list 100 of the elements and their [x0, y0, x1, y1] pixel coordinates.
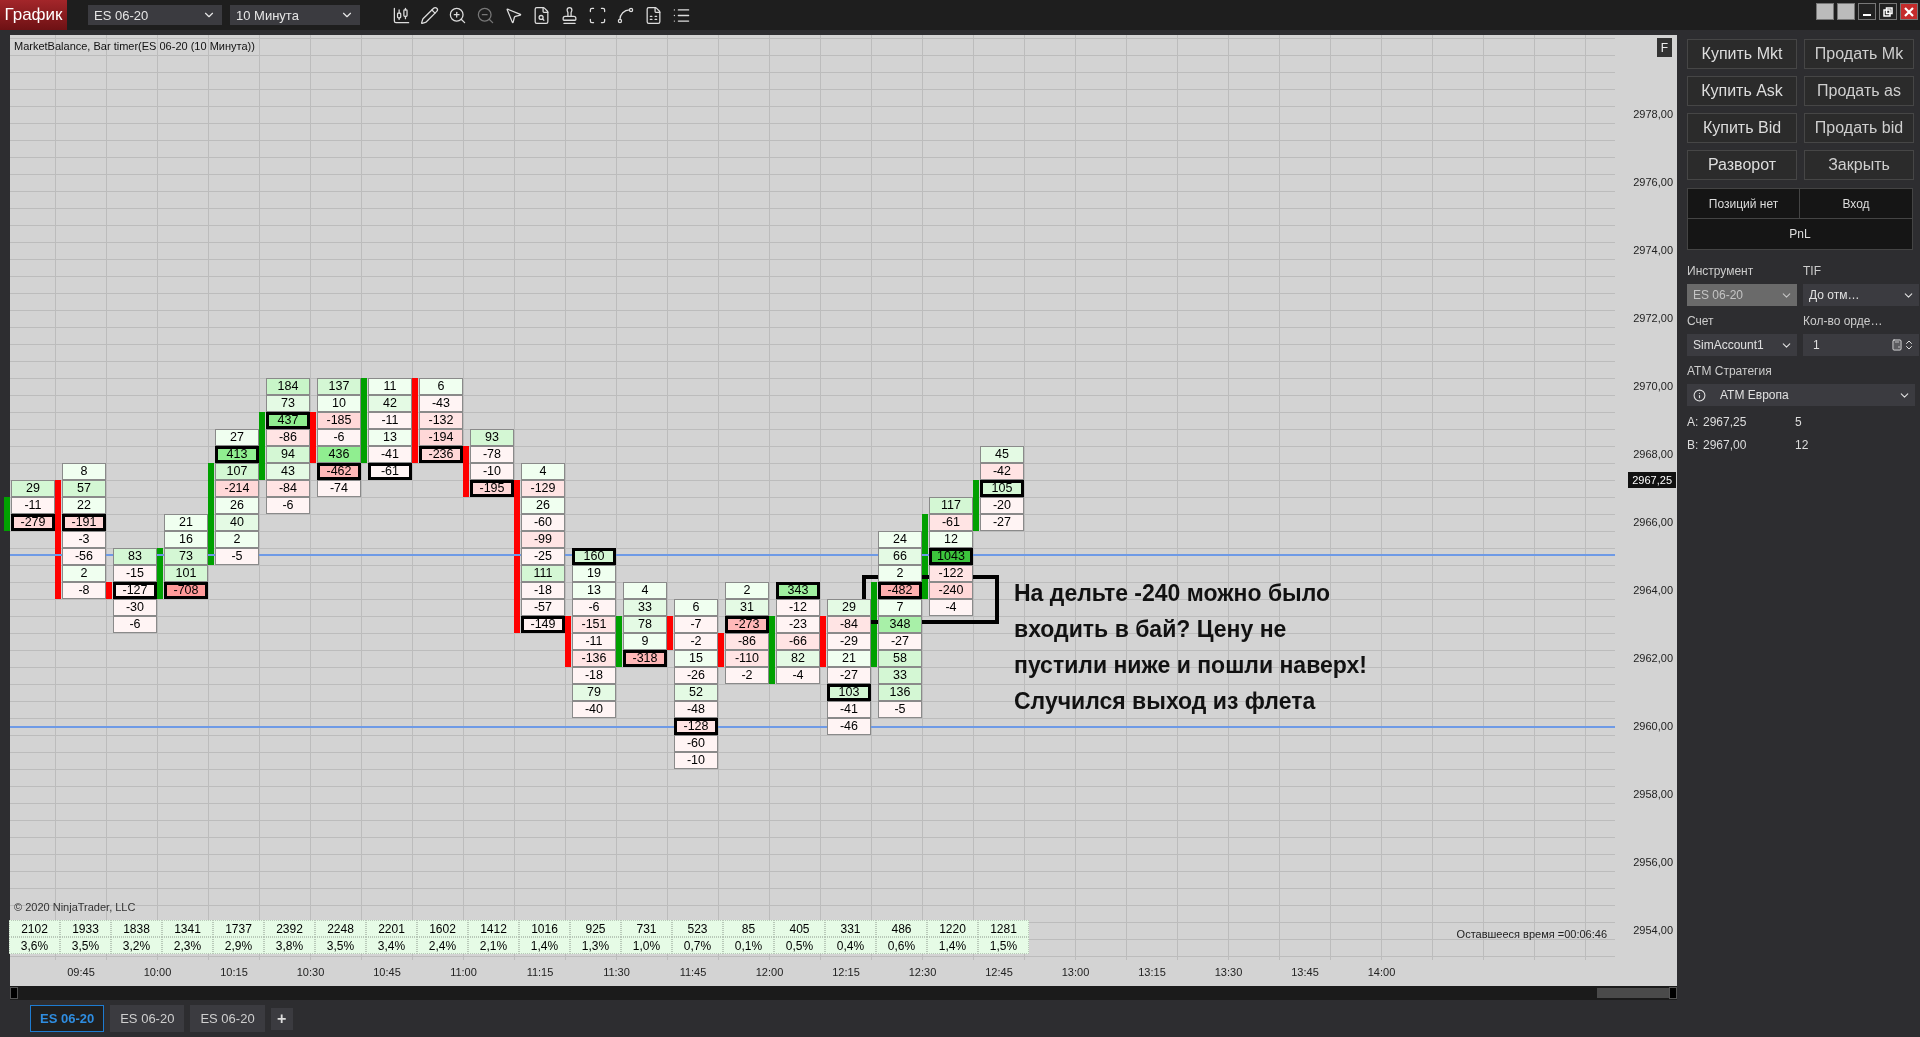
time-label: 14:00 [1367, 966, 1396, 978]
delta-cell: 160 [572, 548, 616, 565]
delta-cell: -3 [62, 531, 106, 548]
delta-cell: -6 [113, 616, 157, 633]
field-label: Счет [1687, 314, 1715, 328]
delta-cell: -5 [878, 701, 922, 718]
volume-cell: 405 [774, 920, 825, 937]
volume-cell: 1602 [417, 920, 468, 937]
percent-cell: 3,8% [264, 937, 315, 954]
close-icon[interactable] [1900, 3, 1918, 20]
delta-cell: 29 [11, 480, 55, 497]
time-label: 12:00 [755, 966, 784, 978]
order-button[interactable]: Купить Ask [1687, 76, 1797, 106]
delta-cell: -151 [572, 616, 616, 633]
order-button[interactable]: Купить Bid [1687, 113, 1797, 143]
delta-cell: 16 [164, 531, 208, 548]
chart-tab[interactable]: ES 06-20 [30, 1005, 105, 1032]
time-label: 12:45 [985, 966, 1013, 978]
delta-cell: -15 [113, 565, 157, 582]
order-button[interactable]: Разворот [1687, 150, 1797, 180]
delta-cell: -66 [776, 633, 820, 650]
f-button[interactable]: F [1657, 38, 1672, 57]
quote-price: 2967,00 [1703, 438, 1748, 452]
delta-cell: -27 [827, 667, 871, 684]
scroll-left-button[interactable] [10, 987, 18, 999]
scroll-right-button[interactable] [1669, 987, 1677, 999]
price-label: 2956,00 [1633, 856, 1673, 868]
pointer-icon[interactable] [504, 6, 523, 25]
list-icon[interactable] [672, 6, 691, 25]
document-search-icon[interactable] [532, 6, 551, 25]
delta-cell: -2 [725, 667, 769, 684]
delta-cell: -6 [317, 429, 361, 446]
account-select[interactable]: SimAccount1 [1687, 334, 1797, 356]
copyright-text: © 2020 NinjaTrader, LLC [14, 901, 136, 913]
delta-cell: -11 [368, 412, 412, 429]
delta-cell: -2 [674, 633, 718, 650]
delta-cell: -84 [827, 616, 871, 633]
delta-cell: 29 [827, 599, 871, 616]
tif-select[interactable]: До отм… [1803, 284, 1919, 306]
volume-cell: 2102 [9, 920, 60, 937]
atm-select[interactable]: ATM Европа [1687, 384, 1915, 406]
percent-cell: 2,3% [162, 937, 213, 954]
delta-cell: -128 [674, 718, 718, 735]
delta-cell: 2 [725, 582, 769, 599]
delta-cell: 40 [215, 514, 259, 531]
delta-cell: -6 [266, 497, 310, 514]
order-button[interactable]: Продать bid [1804, 113, 1914, 143]
time-label: 12:30 [908, 966, 937, 978]
delta-cell: -240 [929, 582, 973, 599]
order-button[interactable]: Купить Mkt [1687, 39, 1797, 69]
minimize-icon[interactable] [1858, 3, 1876, 20]
delta-cell: -482 [878, 582, 922, 599]
delta-cell: -7 [674, 616, 718, 633]
delta-cell: 436 [317, 446, 361, 463]
order-button[interactable]: Продать Mk [1804, 39, 1914, 69]
price-label: 2962,00 [1633, 652, 1673, 664]
delta-cell: -48 [674, 701, 718, 718]
chart-tab[interactable]: ES 06-20 [190, 1005, 265, 1032]
instrument-dropdown[interactable]: ES 06-20 [88, 5, 222, 25]
delta-cell: 2 [215, 531, 259, 548]
delta-cell: 11 [368, 378, 412, 395]
percent-cell: 1,0% [621, 937, 672, 954]
stamp-icon[interactable] [560, 6, 579, 25]
delta-cell: 82 [776, 650, 820, 667]
interval-dropdown[interactable]: 10 Минута [230, 5, 360, 25]
percent-cell: 3,5% [315, 937, 366, 954]
delta-cell: -86 [725, 633, 769, 650]
document-icon[interactable] [644, 6, 663, 25]
candlestick-icon[interactable] [392, 6, 411, 25]
delta-cell: -60 [521, 514, 565, 531]
delta-cell: 4 [623, 582, 667, 599]
line-chart-icon[interactable] [616, 6, 635, 25]
zoom-in-icon[interactable] [448, 6, 467, 25]
delta-cell: -23 [776, 616, 820, 633]
pencil-icon[interactable] [420, 6, 439, 25]
delta-cell: 103 [827, 684, 871, 701]
price-label: 2974,00 [1633, 244, 1673, 256]
calculator-icon[interactable] [1891, 339, 1903, 351]
order-button[interactable]: Продать as [1804, 76, 1914, 106]
delta-cell: 58 [878, 650, 922, 667]
scrollbar-thumb[interactable] [1597, 988, 1669, 998]
restore-icon[interactable] [1879, 3, 1897, 20]
field-label: ATM Стратегия [1687, 364, 1773, 378]
spinner-icon[interactable] [1903, 339, 1915, 351]
volume-cell: 731 [621, 920, 672, 937]
frame-icon[interactable] [588, 6, 607, 25]
delta-cell: -84 [266, 480, 310, 497]
volume-cell: 331 [825, 920, 876, 937]
add-tab-button[interactable]: + [270, 1007, 293, 1030]
volume-cell: 925 [570, 920, 621, 937]
delta-cell: 93 [470, 429, 514, 446]
delta-cell: -61 [929, 514, 973, 531]
volume-cell: 85 [723, 920, 774, 937]
chart-tab[interactable]: ES 06-20 [110, 1005, 185, 1032]
delta-cell: -132 [419, 412, 463, 429]
percent-cell: 3,4% [366, 937, 417, 954]
zoom-out-icon[interactable] [476, 6, 495, 25]
delta-cell: -30 [113, 599, 157, 616]
quantity-field[interactable]: 1 [1803, 334, 1919, 356]
order-button[interactable]: Закрыть [1804, 150, 1914, 180]
